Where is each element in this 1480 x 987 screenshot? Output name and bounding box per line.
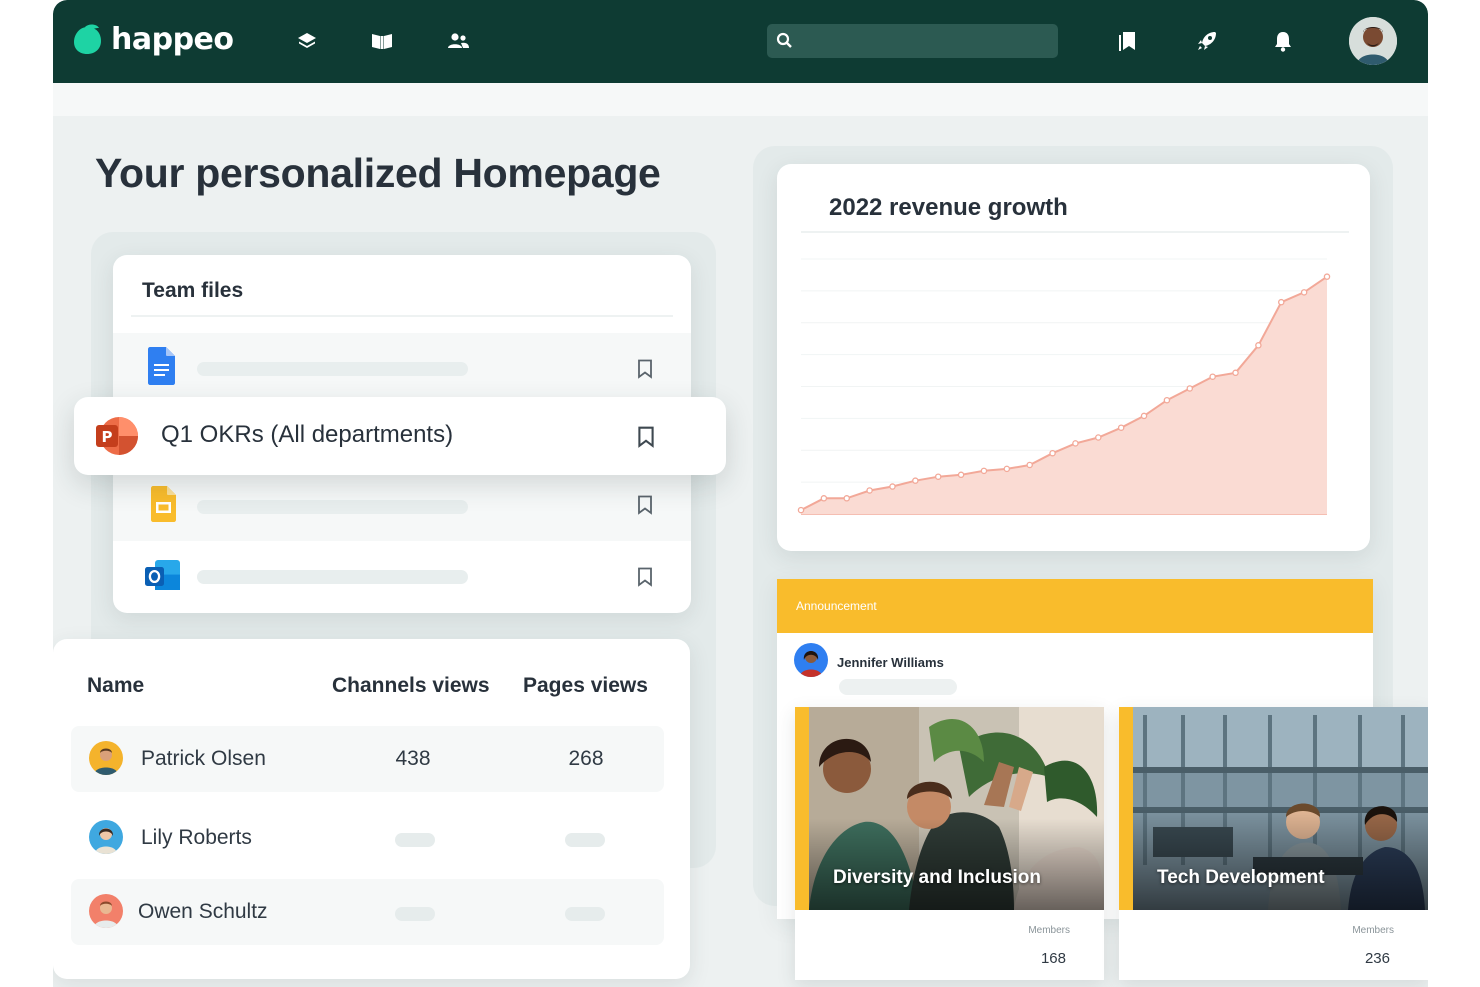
- chart-point: [1117, 424, 1125, 431]
- announcement-text-placeholder: [839, 679, 957, 695]
- rocket-icon[interactable]: [1194, 28, 1220, 54]
- avatar: [89, 741, 123, 775]
- chart-point: [957, 471, 965, 479]
- featured-file-row[interactable]: P Q1 OKRs (All departments): [74, 397, 726, 475]
- channels-views-placeholder: [395, 907, 435, 921]
- bookmark-icon[interactable]: [637, 359, 653, 379]
- members-count: 168: [1040, 950, 1066, 967]
- members-count: 236: [1364, 950, 1390, 967]
- chart-point: [797, 506, 805, 514]
- chart-point: [889, 483, 896, 490]
- chart-point: [1186, 385, 1194, 392]
- user-avatar[interactable]: [1349, 17, 1397, 65]
- bookmark-icon[interactable]: [637, 567, 653, 587]
- divider: [131, 315, 673, 317]
- file-name-placeholder: [197, 570, 468, 584]
- file-row[interactable]: [113, 333, 691, 403]
- chart-point: [1278, 298, 1285, 306]
- featured-file-name: Q1 OKRs (All departments): [161, 421, 454, 448]
- chart-point: [934, 473, 942, 480]
- members-label: Members: [1352, 925, 1394, 936]
- file-row[interactable]: [113, 471, 691, 541]
- revenue-chart-card: 2022 revenue growth: [777, 164, 1370, 551]
- avatar: [89, 820, 123, 854]
- column-header-name[interactable]: Name: [87, 674, 144, 698]
- group-card-tech-development[interactable]: Tech Development Members 236: [1119, 707, 1428, 980]
- brand-name: happeo: [111, 22, 234, 57]
- chart-point: [1026, 461, 1033, 469]
- pages-views-placeholder: [565, 833, 605, 847]
- file-row[interactable]: [113, 541, 691, 611]
- announcement-label: Announcement: [796, 599, 877, 613]
- file-name-placeholder: [197, 362, 468, 376]
- bell-icon[interactable]: [1270, 28, 1296, 54]
- chart-point: [1049, 449, 1056, 457]
- chart-point: [1232, 369, 1239, 377]
- outlook-icon: [145, 560, 180, 590]
- bookmark-icon[interactable]: [637, 426, 655, 448]
- chart-point: [1095, 434, 1102, 441]
- sub-header-strip: [53, 83, 1428, 116]
- chart-point: [1003, 465, 1011, 473]
- channels-views-value: 438: [395, 747, 431, 770]
- chart-point: [1323, 273, 1331, 280]
- google-docs-icon: [148, 347, 175, 385]
- app-window: happeo Your personalized Homepage Team f…: [53, 0, 1428, 987]
- top-navigation-bar: happeo: [53, 0, 1428, 83]
- avatar: [89, 894, 123, 928]
- table-row[interactable]: Patrick Olsen 438 268: [71, 726, 664, 792]
- happeo-logo[interactable]: happeo: [71, 22, 234, 57]
- chart-point: [1072, 440, 1079, 447]
- revenue-area-chart: [797, 258, 1331, 515]
- analytics-table: Name Channels views Pages views Patrick …: [53, 639, 690, 979]
- people-icon[interactable]: [445, 28, 471, 54]
- chart-point: [980, 467, 988, 475]
- chart-point: [843, 495, 850, 502]
- chart-point: [1140, 412, 1148, 420]
- happeo-logo-icon: [74, 23, 101, 54]
- search-icon: [776, 32, 792, 48]
- person-name: Owen Schultz: [138, 900, 268, 923]
- group-card-diversity[interactable]: Diversity and Inclusion Members 168: [795, 707, 1104, 980]
- bookmarks-icon[interactable]: [1114, 28, 1140, 54]
- person-name: Lily Roberts: [141, 826, 252, 849]
- chart-area-fill: [801, 276, 1327, 514]
- chart-point: [912, 477, 919, 484]
- chart-point: [1163, 396, 1171, 404]
- team-files-title: Team files: [142, 279, 244, 302]
- search-input[interactable]: [799, 24, 1049, 58]
- svg-text:P: P: [102, 428, 113, 446]
- pages-views-placeholder: [565, 907, 605, 921]
- members-label: Members: [1028, 925, 1070, 936]
- google-slides-icon: [151, 486, 176, 522]
- pages-views-value: 268: [568, 747, 604, 770]
- announcement-author: Jennifer Williams: [837, 655, 944, 670]
- column-header-channels-views[interactable]: Channels views: [332, 674, 490, 698]
- chart-point: [1209, 373, 1216, 380]
- chart-point: [866, 487, 873, 494]
- group-name: Diversity and Inclusion: [833, 867, 1041, 888]
- chart-point: [1255, 342, 1262, 349]
- group-cover-image: Diversity and Inclusion: [795, 707, 1104, 910]
- search-bar[interactable]: [767, 24, 1058, 58]
- book-open-icon[interactable]: [369, 28, 395, 54]
- chart-point: [1300, 289, 1308, 296]
- announcement-header: Announcement: [777, 579, 1373, 633]
- chart-point: [820, 495, 828, 502]
- powerpoint-icon: P: [96, 417, 138, 455]
- page-title: Your personalized Homepage: [95, 150, 661, 196]
- channels-views-placeholder: [395, 833, 435, 847]
- group-cover-image: Tech Development: [1119, 707, 1428, 910]
- avatar: [794, 643, 828, 677]
- bookmark-icon[interactable]: [637, 495, 653, 515]
- file-name-placeholder: [197, 500, 468, 514]
- table-row[interactable]: Owen Schultz: [71, 879, 664, 945]
- group-name: Tech Development: [1157, 867, 1325, 888]
- person-name: Patrick Olsen: [141, 747, 266, 770]
- column-header-pages-views[interactable]: Pages views: [523, 674, 648, 698]
- table-row[interactable]: Lily Roberts: [71, 805, 664, 871]
- layers-icon[interactable]: [294, 28, 320, 54]
